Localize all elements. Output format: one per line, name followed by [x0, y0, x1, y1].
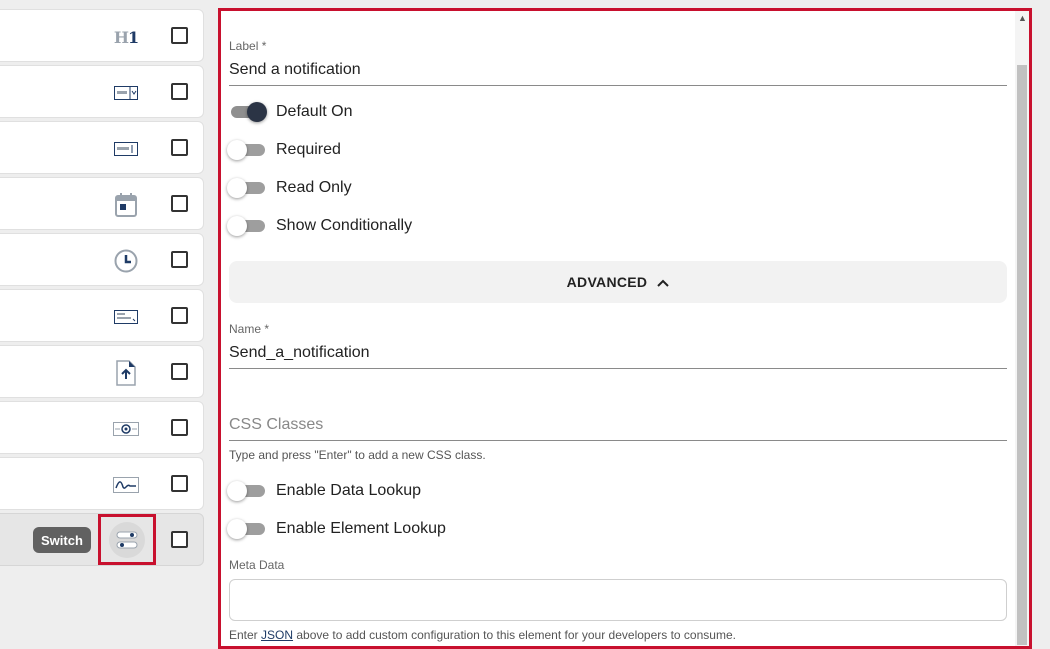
clock-icon	[112, 247, 140, 275]
data-lookup-switch[interactable]	[227, 481, 267, 501]
email-icon	[112, 415, 140, 443]
switch-type-highlight[interactable]	[98, 514, 156, 565]
read-only-switch[interactable]	[227, 178, 267, 198]
toggle-label: Show Conditionally	[276, 217, 413, 234]
css-classes-input[interactable]: CSS Classes	[229, 416, 1007, 441]
css-classes-helper: Type and press "Enter" to add a new CSS …	[229, 448, 486, 462]
name-input[interactable]: Send_a_notification	[229, 344, 1007, 369]
type-row-switch[interactable]: Switch	[0, 513, 204, 566]
switch-tooltip: Switch	[33, 527, 91, 553]
toggle-label: Enable Data Lookup	[276, 482, 421, 499]
type-row-heading[interactable]: H1	[0, 9, 204, 62]
label-field-title: Label *	[229, 39, 267, 53]
required-switch[interactable]	[227, 140, 267, 160]
select-checkbox[interactable]	[171, 307, 188, 324]
signature-icon	[112, 471, 140, 499]
select-checkbox[interactable]	[171, 83, 188, 100]
chevron-up-icon	[657, 275, 670, 290]
type-row-signature[interactable]	[0, 457, 204, 510]
panel-scrollbar[interactable]: ▲	[1015, 11, 1029, 646]
type-row-textarea[interactable]	[0, 289, 204, 342]
element-type-list: H1 Switch	[0, 0, 205, 649]
show-conditionally-switch[interactable]	[227, 216, 267, 236]
toggle-label: Read Only	[276, 179, 352, 196]
meta-data-title: Meta Data	[229, 558, 285, 572]
toggle-default-on[interactable]: Default On	[229, 99, 352, 125]
select-checkbox[interactable]	[171, 475, 188, 492]
select-checkbox[interactable]	[171, 195, 188, 212]
select-checkbox[interactable]	[171, 363, 188, 380]
type-row-email[interactable]	[0, 401, 204, 454]
toggle-label: Enable Element Lookup	[276, 520, 446, 537]
advanced-label: ADVANCED	[566, 274, 648, 290]
heading-icon: H1	[113, 27, 139, 47]
toggle-label: Required	[276, 141, 341, 158]
element-settings-panel: ▲ Label * Send a notification Default On…	[218, 8, 1032, 649]
default-on-switch[interactable]	[229, 102, 267, 122]
toggle-label: Default On	[276, 103, 353, 120]
file-upload-icon	[112, 359, 140, 387]
select-checkbox[interactable]	[171, 419, 188, 436]
type-row-select[interactable]	[0, 65, 204, 118]
text-input-icon	[112, 135, 140, 163]
toggle-show-conditionally[interactable]: Show Conditionally	[227, 213, 413, 239]
type-row-date[interactable]	[0, 177, 204, 230]
type-row-file-upload[interactable]	[0, 345, 204, 398]
meta-data-input[interactable]	[229, 579, 1007, 621]
select-checkbox[interactable]	[171, 251, 188, 268]
type-row-text-input[interactable]	[0, 121, 204, 174]
switch-toggle-icon	[109, 521, 145, 558]
calendar-icon	[112, 191, 140, 219]
toggle-enable-element-lookup[interactable]: Enable Element Lookup	[227, 516, 446, 542]
select-dropdown-icon	[112, 79, 140, 107]
json-link[interactable]: JSON	[261, 628, 293, 642]
toggle-read-only[interactable]: Read Only	[227, 175, 352, 201]
select-checkbox[interactable]	[171, 139, 188, 156]
scrollbar-thumb[interactable]	[1017, 65, 1027, 645]
label-input[interactable]: Send a notification	[229, 61, 1007, 86]
element-lookup-switch[interactable]	[227, 519, 267, 539]
toggle-required[interactable]: Required	[227, 137, 341, 163]
type-row-time[interactable]	[0, 233, 204, 286]
toggle-enable-data-lookup[interactable]: Enable Data Lookup	[227, 478, 421, 504]
select-checkbox[interactable]	[171, 27, 188, 44]
select-checkbox[interactable]	[171, 531, 188, 548]
meta-data-helper: Enter JSON above to add custom configura…	[229, 628, 736, 642]
textarea-icon	[112, 303, 140, 331]
name-field-title: Name *	[229, 322, 270, 336]
scroll-up-arrow-icon[interactable]: ▲	[1018, 13, 1027, 23]
advanced-section-toggle[interactable]: ADVANCED	[229, 261, 1007, 303]
